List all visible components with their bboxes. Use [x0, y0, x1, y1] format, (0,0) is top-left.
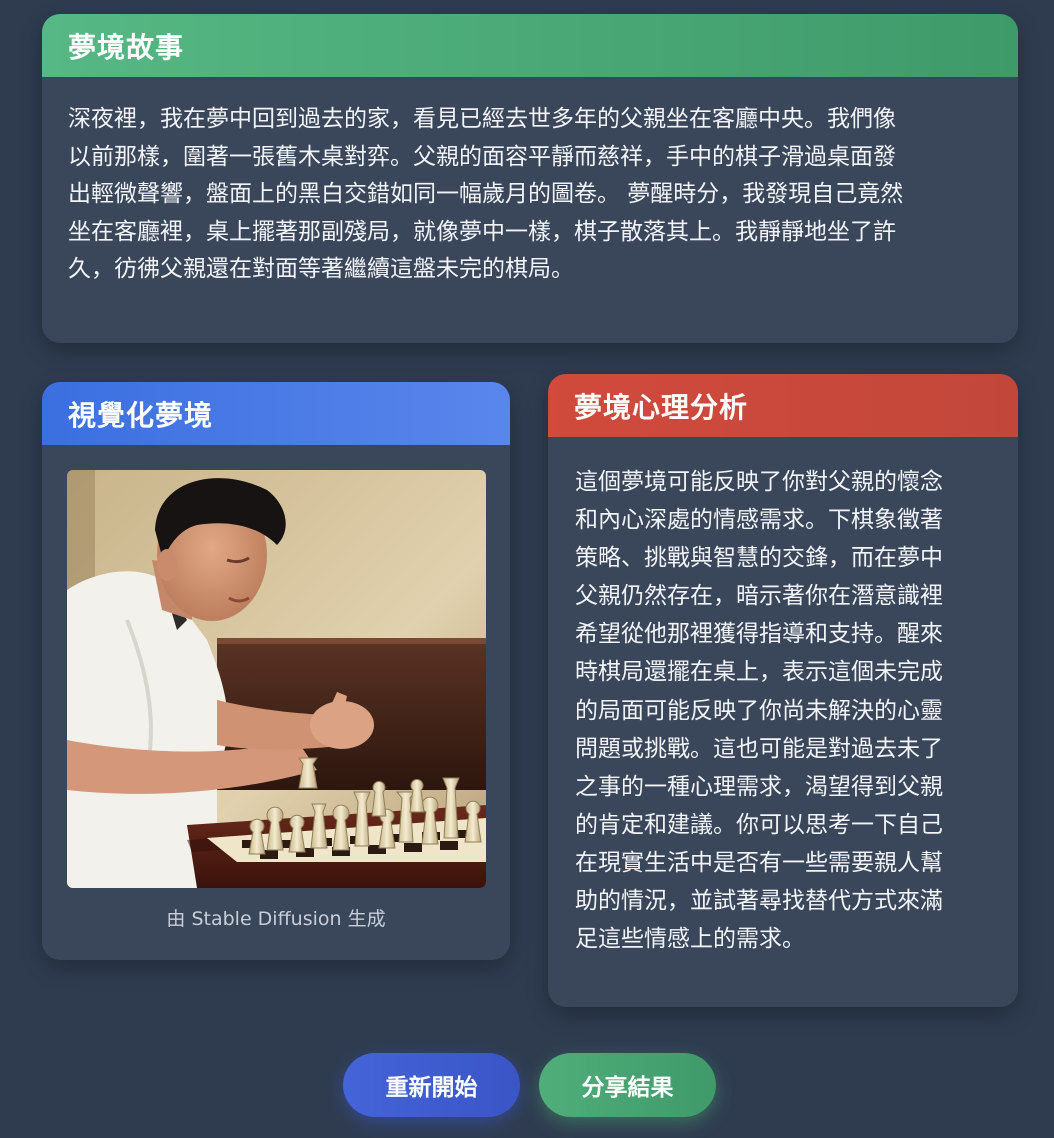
restart-button[interactable]: 重新開始: [343, 1053, 520, 1117]
analysis-line: 之事的一種心理需求，渴望得到父親: [575, 773, 943, 800]
story-line: 久，彷彿父親還在對面等著繼續這盤未完的棋局。: [68, 256, 574, 282]
dream-analysis-title: 夢境心理分析: [548, 374, 1018, 437]
dream-analysis-text: 這個夢境可能反映了你對父親的懷念 和內心深處的情感需求。下棋象徵著 策略、挑戰與…: [548, 437, 1018, 958]
analysis-line: 的肯定和建議。你可以思考一下自己: [575, 811, 943, 838]
analysis-line: 的局面可能反映了你尚未解決的心靈: [575, 697, 943, 724]
story-line: 以前那樣，圍著一張舊木桌對弈。父親的面容平靜而慈祥，手中的棋子滑過桌面發: [68, 143, 896, 170]
analysis-line: 足這些情感上的需求。: [575, 926, 805, 953]
dream-story-card: 夢境故事 深夜裡，我在夢中回到過去的家，看見已經去世多年的父親坐在客廳中央。我們…: [42, 14, 1018, 343]
image-caption: 由 Stable Diffusion 生成: [166, 908, 386, 930]
analysis-line: 父親仍然存在，暗示著你在潛意識裡: [575, 583, 943, 610]
story-line: 出輕微聲響，盤面上的黑白交錯如同一幅歲月的圖卷。 夢醒時分，我發現自己竟然: [68, 181, 904, 207]
dream-story-title: 夢境故事: [42, 14, 1018, 77]
analysis-line: 策略、挑戰與智慧的交鋒，而在夢中: [575, 545, 943, 572]
analysis-line: 助的情況，並試著尋找替代方式來滿: [575, 888, 943, 915]
analysis-line: 在現實生活中是否有一些需要親人幫: [575, 849, 943, 876]
analysis-line: 這個夢境可能反映了你對父親的懷念: [575, 469, 943, 495]
dream-story-text: 深夜裡，我在夢中回到過去的家，看見已經去世多年的父親坐在客廳中央。我們像 以前那…: [42, 77, 1018, 289]
story-line: 坐在客廳裡，桌上擺著那副殘局，就像夢中一樣，棋子散落其上。我靜靜地坐了許: [68, 218, 896, 245]
visualized-dream-title: 視覺化夢境: [42, 382, 510, 445]
share-results-button[interactable]: 分享結果: [539, 1053, 716, 1117]
analysis-line: 問題或挑戰。這也可能是對過去未了: [575, 735, 943, 762]
analysis-line: 時棋局還擺在桌上，表示這個未完成: [575, 659, 943, 686]
story-line: 深夜裡，我在夢中回到過去的家，看見已經去世多年的父親坐在客廳中央。我們像: [68, 106, 896, 132]
dream-analysis-card: 夢境心理分析 這個夢境可能反映了你對父親的懷念 和內心深處的情感需求。下棋象徵著…: [548, 374, 1018, 1007]
visualized-dream-card: 視覺化夢境 由 Stable Diffusion 生成: [42, 382, 510, 960]
analysis-line: 希望從他那裡獲得指導和支持。醒來: [575, 621, 943, 648]
analysis-line: 和內心深處的情感需求。下棋象徵著: [575, 507, 943, 534]
dream-image: [67, 470, 486, 888]
